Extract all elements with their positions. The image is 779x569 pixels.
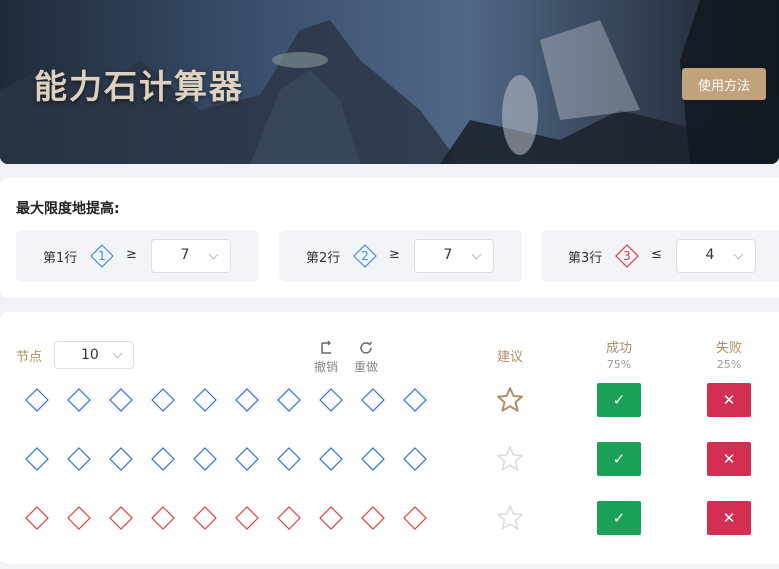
row-value-select[interactable]: 4 [676,239,756,273]
banner: 能力石计算器 使用方法 [0,0,779,164]
node-diamond [151,388,175,412]
node-diamond [67,388,91,412]
suggested-star-icon[interactable] [495,385,525,415]
row-badge: 1 [90,244,114,268]
fail-rate: 25% [716,358,742,371]
undo-button[interactable]: 撤销 [311,339,341,375]
node-diamond [193,506,217,530]
node-diamond [235,447,259,471]
suggest-header: 建议 [496,350,523,365]
node-diamond [403,447,427,471]
fail-button[interactable]: ✕ [707,501,751,535]
usage-button[interactable]: 使用方法 [682,68,766,100]
node-diamond [277,388,301,412]
node-diamond [235,506,259,530]
row-badge: 2 [353,244,377,268]
node-diamond [25,506,49,530]
node-diamond [25,388,49,412]
chevron-down-icon [112,348,123,359]
row-label: 第3行 [568,251,603,266]
fail-button[interactable]: ✕ [707,383,751,417]
star-icon[interactable] [495,444,525,474]
success-button[interactable]: ✓ [597,383,641,417]
row-label: 第1行 [43,251,78,266]
fail-header: 失败 [715,341,742,356]
node-diamond [109,447,133,471]
row-value-select[interactable]: 7 [414,239,494,273]
node-diamond [319,447,343,471]
row-badge: 3 [615,244,639,268]
node-diamond [277,506,301,530]
node-diamond [67,447,91,471]
node-diamond [361,447,385,471]
node-diamond [151,447,175,471]
row-operator: ≤ [651,247,662,262]
success-button[interactable]: ✓ [597,501,641,535]
row-setting-1: 第1行 1 ≥ 7 [16,230,259,282]
node-diamond [109,388,133,412]
node-diamond [235,388,259,412]
success-header: 成功 [605,341,632,356]
node-diamond [193,447,217,471]
row-operator: ≥ [389,247,400,262]
success-button[interactable]: ✓ [597,442,641,476]
redo-button[interactable]: 重做 [351,339,381,375]
undo-icon [321,340,331,354]
refresh-icon [360,341,373,354]
row-setting-2: 第2行 2 ≥ 7 [279,230,522,282]
node-diamond [403,506,427,530]
page-title: 能力石计算器 [34,67,244,106]
node-diamond [403,388,427,412]
row-operator: ≥ [126,247,137,262]
nodes-label: 节点 [16,350,43,365]
node-diamond [151,506,175,530]
row-value-select[interactable]: 7 [151,239,231,273]
nodes-select[interactable]: 10 [54,341,134,369]
node-diamond [361,506,385,530]
fail-button[interactable]: ✕ [707,442,751,476]
node-diamond [319,506,343,530]
node-diamond [319,388,343,412]
row-setting-3: 第3行 3 ≤ 4 [541,230,779,282]
node-diamond [277,447,301,471]
node-diamond [109,506,133,530]
node-diamond [193,388,217,412]
star-icon[interactable] [495,503,525,533]
node-diamond [361,388,385,412]
node-diamond [25,447,49,471]
success-rate: 75% [606,358,632,371]
node-diamond [67,506,91,530]
row-label: 第2行 [306,251,341,266]
maximize-title: 最大限度地提高: [16,201,120,217]
